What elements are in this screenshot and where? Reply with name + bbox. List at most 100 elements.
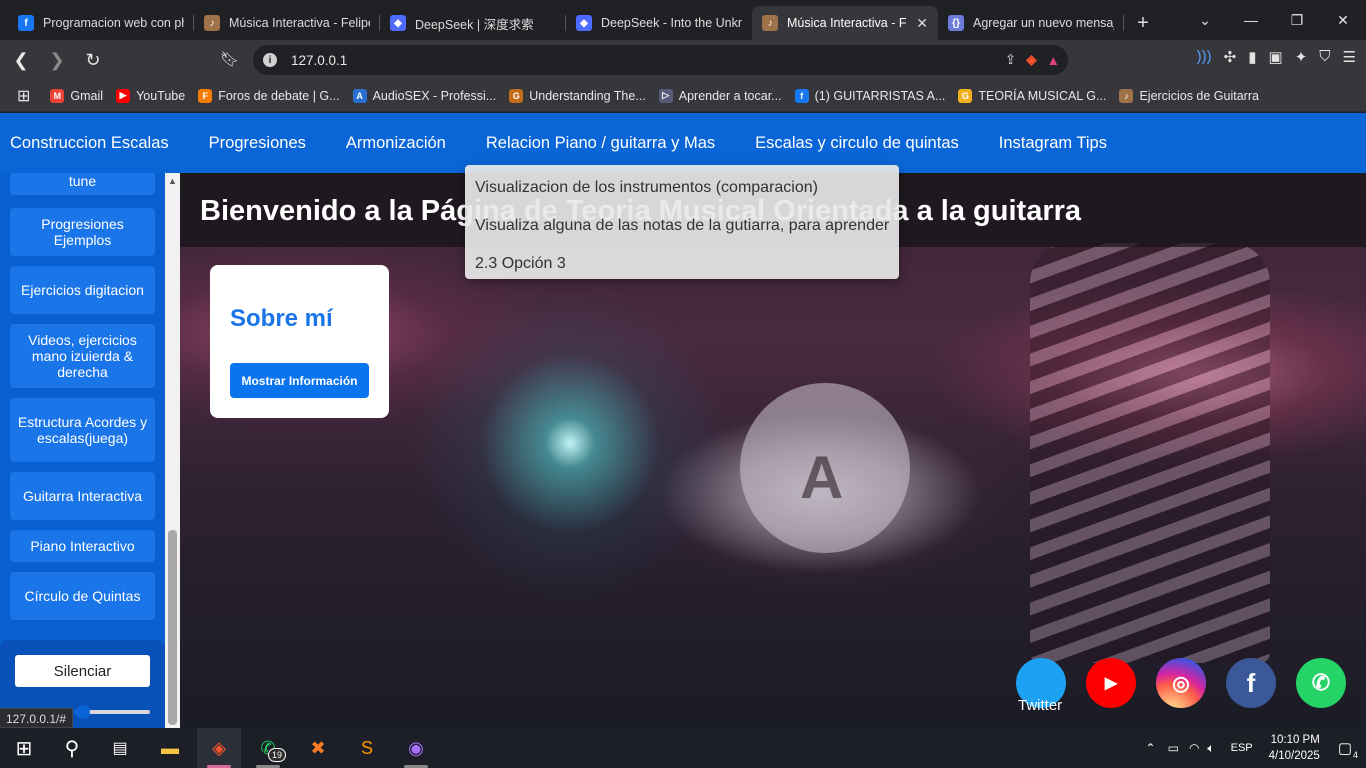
bookmarks-bar: ⊞ M Gmail ▶ YouTube F Foros de debate | G..… bbox=[0, 80, 1366, 112]
sidebar-item-guitarra[interactable]: Guitarra Interactiva bbox=[10, 472, 155, 520]
volume-thumb[interactable] bbox=[75, 705, 90, 719]
clock-time: 10:10 PM bbox=[1270, 734, 1320, 746]
sidebar-item-ejercicios[interactable]: Ejercicios digitacion bbox=[10, 266, 155, 314]
bookmark-teoria[interactable]: G TEORÍA MUSICAL G... bbox=[958, 88, 1106, 103]
scrollbar-thumb[interactable] bbox=[168, 530, 177, 725]
browser-tab[interactable]: ♪ Música Interactiva - Felipe bbox=[194, 6, 380, 40]
sidebar-item-videos[interactable]: Videos, ejercicios mano izuierda & derec… bbox=[10, 324, 155, 388]
github-desktop-icon[interactable]: ◉ bbox=[394, 728, 438, 768]
clock[interactable]: 10:10 PM 4/10/2025 bbox=[1269, 732, 1320, 764]
sublime-text-icon[interactable]: S bbox=[345, 728, 389, 768]
nav-construccion-escalas[interactable]: Construccion Escalas bbox=[10, 134, 169, 153]
brave-shields-icon[interactable]: ◈ bbox=[1026, 52, 1036, 68]
chevron-up-icon[interactable]: ⌃ bbox=[1146, 741, 1156, 755]
sidebar-item-circulo[interactable]: Círculo de Quintas bbox=[10, 572, 155, 620]
nav-escalas-circulo[interactable]: Escalas y circulo de quintas bbox=[755, 134, 959, 153]
extensions-area: ))) ✣ ▮ ▣ ✦ ⛉ ☰ bbox=[1197, 48, 1356, 66]
bookmark-audiosex[interactable]: A AudioSEX - Professi... bbox=[352, 88, 497, 103]
minimize-button[interactable]: — bbox=[1228, 0, 1274, 40]
scroll-up-icon[interactable]: ▲ bbox=[168, 176, 177, 186]
dropdown-item-opcion3[interactable]: 2.3 Opción 3 bbox=[465, 245, 899, 283]
nav-armonizacion[interactable]: Armonización bbox=[346, 134, 446, 153]
extensions-icon[interactable]: ✣ bbox=[1224, 48, 1237, 66]
browser-tab-active[interactable]: ♪ Música Interactiva - F ✕ bbox=[752, 6, 938, 40]
language-indicator[interactable]: ESP bbox=[1231, 742, 1253, 754]
notifications-icon[interactable]: ▢ 4 bbox=[1338, 739, 1358, 760]
bookmark-guitarristas[interactable]: f (1) GUITARRISTAS A... bbox=[794, 88, 945, 103]
address-bar[interactable]: i 127.0.0.1 ⇪ ◈ ▲ bbox=[253, 45, 1068, 75]
show-info-button[interactable]: Mostrar Información bbox=[230, 363, 369, 398]
task-view-icon[interactable]: ▤ bbox=[98, 728, 142, 768]
battery-icon[interactable]: ▭ bbox=[1168, 741, 1179, 755]
guitar-page-icon: ♪ bbox=[204, 15, 220, 31]
tab-search-icon[interactable]: ⌄ bbox=[1182, 0, 1228, 40]
search-icon[interactable]: ⚲ bbox=[50, 728, 94, 768]
apps-grid-icon[interactable]: ⊞ bbox=[17, 86, 30, 106]
back-button[interactable]: ❮ bbox=[6, 45, 36, 75]
system-tray: ⌃ ▭ ◠ 🔈︎ ESP 10:10 PM 4/10/2025 ▢ 4 bbox=[1146, 728, 1366, 768]
sidebar-toggle-icon[interactable]: ▮ bbox=[1248, 48, 1256, 66]
close-window-button[interactable]: ✕ bbox=[1320, 0, 1366, 40]
bookmark-aprender[interactable]: ▷ Aprender a tocar... bbox=[658, 88, 782, 103]
nav-relacion-piano-guitarra[interactable]: Relacion Piano / guitarra y Mas bbox=[486, 134, 715, 153]
browser-tab[interactable]: {} Agregar un nuevo mensaj bbox=[938, 6, 1124, 40]
start-button[interactable]: ⊞ bbox=[2, 728, 46, 768]
new-tab-button[interactable]: + bbox=[1126, 6, 1160, 40]
wifi-icon[interactable]: ◠ bbox=[1189, 741, 1199, 755]
clock-date: 4/10/2025 bbox=[1268, 750, 1320, 762]
bookmark-label: Gmail bbox=[70, 88, 104, 103]
browser-tab[interactable]: ◆ DeepSeek | 深度求索 bbox=[380, 6, 566, 40]
vpn-icon[interactable]: ⛉ bbox=[1319, 48, 1330, 66]
sidebar-item-piano[interactable]: Piano Interactivo bbox=[10, 530, 155, 562]
site-info-icon[interactable]: i bbox=[263, 53, 277, 67]
bookmark-label: Aprender a tocar... bbox=[678, 88, 782, 103]
sidebar: tune Progresiones Ejemplos Ejercicios di… bbox=[0, 173, 165, 728]
speech-icon[interactable]: ))) bbox=[1197, 48, 1212, 66]
xampp-icon[interactable]: ✖ bbox=[296, 728, 340, 768]
sidebar-item-tune[interactable]: tune bbox=[10, 173, 155, 195]
tab-title: DeepSeek | 深度求索 bbox=[415, 17, 534, 32]
address-bar-actions: ⇪ ◈ ▲ bbox=[1005, 52, 1060, 68]
volume-icon[interactable]: 🔈︎ bbox=[1207, 741, 1214, 756]
main-nav: Construccion Escalas Progresiones Armoni… bbox=[0, 113, 1366, 173]
bookmark-label: YouTube bbox=[136, 88, 186, 103]
menu-icon[interactable]: ☰ bbox=[1343, 48, 1356, 66]
close-tab-icon[interactable]: ✕ bbox=[916, 15, 928, 32]
sidebar-scrollbar[interactable]: ▲ bbox=[165, 173, 180, 728]
sidebar-item-progresiones[interactable]: Progresiones Ejemplos bbox=[10, 208, 155, 256]
bookmark-youtube[interactable]: ▶ YouTube bbox=[116, 88, 186, 103]
whatsapp-taskbar-icon[interactable]: ✆ 19 bbox=[246, 728, 290, 768]
nav-progresiones[interactable]: Progresiones bbox=[209, 134, 306, 153]
code-icon: {} bbox=[948, 15, 964, 31]
youtube-icon[interactable]: ▶ bbox=[1086, 658, 1136, 708]
whatsapp-icon[interactable]: ✆ bbox=[1296, 658, 1346, 708]
forward-button[interactable]: ❯ bbox=[42, 45, 72, 75]
sidebar-item-estructura[interactable]: Estructura Acordes y escalas(juega) bbox=[10, 398, 155, 462]
nav-instagram-tips[interactable]: Instagram Tips bbox=[999, 134, 1107, 153]
bookmark-foros[interactable]: F Foros de debate | G... bbox=[198, 88, 340, 103]
share-icon[interactable]: ⇪ bbox=[1005, 52, 1016, 68]
dropdown-item-visualizacion[interactable]: Visualizacion de los instrumentos (compa… bbox=[465, 169, 899, 207]
restore-button[interactable]: ❐ bbox=[1274, 0, 1320, 40]
dropdown-item-notas[interactable]: Visualiza alguna de las notas de la guti… bbox=[465, 207, 899, 245]
bookmark-label: AudioSEX - Professi... bbox=[372, 88, 497, 103]
bookmark-understanding[interactable]: G Understanding The... bbox=[509, 88, 646, 103]
instagram-icon[interactable]: ◎ bbox=[1156, 658, 1206, 708]
bookmark-icon[interactable]: 🔖︎ bbox=[220, 50, 239, 68]
file-explorer-icon[interactable]: ▬ bbox=[148, 728, 192, 768]
tab-title: Música Interactiva - F bbox=[787, 16, 907, 30]
brave-browser-icon[interactable]: ◈ bbox=[197, 728, 241, 768]
mute-button[interactable]: Silenciar bbox=[15, 655, 150, 687]
facebook-icon[interactable]: f bbox=[1226, 658, 1276, 708]
url-text: 127.0.0.1 bbox=[291, 52, 348, 68]
browser-tab[interactable]: f Programacion web con ph bbox=[8, 6, 194, 40]
brave-rewards-icon[interactable]: ▲ bbox=[1047, 53, 1060, 68]
reload-button[interactable]: ↻ bbox=[78, 45, 108, 75]
gmail-icon: M bbox=[50, 88, 65, 103]
leo-ai-icon[interactable]: ✦ bbox=[1295, 48, 1308, 66]
wallet-icon[interactable]: ▣ bbox=[1269, 48, 1283, 66]
bookmark-ejercicios[interactable]: ♪ Ejercicios de Guitarra bbox=[1119, 88, 1259, 103]
status-url: 127.0.0.1/# bbox=[0, 708, 74, 728]
browser-tab[interactable]: ◆ DeepSeek - Into the Unkn bbox=[566, 6, 752, 40]
bookmark-gmail[interactable]: M Gmail bbox=[50, 88, 104, 103]
